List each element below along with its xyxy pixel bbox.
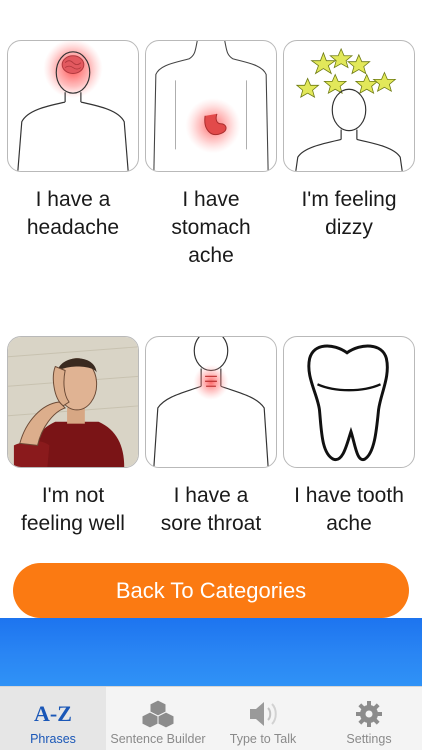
phrase-label-stomach-ache: I have stomach ache (171, 188, 251, 267)
tab-label-phrases: Phrases (30, 732, 76, 746)
phrase-label-tooth-ache: I have tooth ache (294, 484, 404, 535)
phrase-label-headache: I have a headache (26, 188, 120, 239)
phrase-label-not-feeling-well: I'm not feeling well (21, 484, 125, 535)
phrase-card-sore-throat[interactable] (145, 336, 277, 468)
ad-banner[interactable] (0, 618, 422, 686)
phrases-screen: I have a headache I have stomach ache I'… (0, 0, 422, 750)
tab-sentence-builder[interactable]: Sentence Builder (106, 687, 210, 750)
phrase-label-sore-throat: I have a sore throat (160, 484, 262, 535)
tab-label-settings: Settings (346, 732, 392, 746)
tooth-icon (307, 344, 389, 462)
dizzy-icon (295, 47, 403, 171)
tab-label-sentence-builder: Sentence Builder (110, 732, 206, 746)
headache-icon (17, 41, 129, 171)
unwell-man-icon (8, 337, 138, 467)
phrase-label-dizzy: I'm feeling dizzy (301, 188, 397, 239)
tab-bar: A-Z Phrases Sentence Builder Type to Tal… (0, 686, 422, 750)
stomach-ache-icon (153, 41, 269, 171)
tab-type-to-talk[interactable]: Type to Talk (210, 687, 316, 750)
phrase-card-tooth-ache[interactable] (283, 336, 415, 468)
phrase-card-headache[interactable] (7, 40, 139, 172)
cubes-icon (141, 697, 175, 731)
gear-icon (354, 697, 384, 731)
back-to-categories-button[interactable]: Back To Categories (13, 563, 409, 618)
tab-settings[interactable]: Settings (316, 687, 422, 750)
phrase-card-dizzy[interactable] (283, 40, 415, 172)
tab-phrases[interactable]: A-Z Phrases (0, 687, 106, 750)
sore-throat-icon (153, 337, 269, 467)
tab-label-type-to-talk: Type to Talk (229, 732, 297, 746)
phrase-card-stomach-ache[interactable] (145, 40, 277, 172)
speaker-icon (246, 697, 280, 731)
a-z-icon: A-Z (34, 701, 72, 726)
phrase-card-not-feeling-well[interactable] (7, 336, 139, 468)
